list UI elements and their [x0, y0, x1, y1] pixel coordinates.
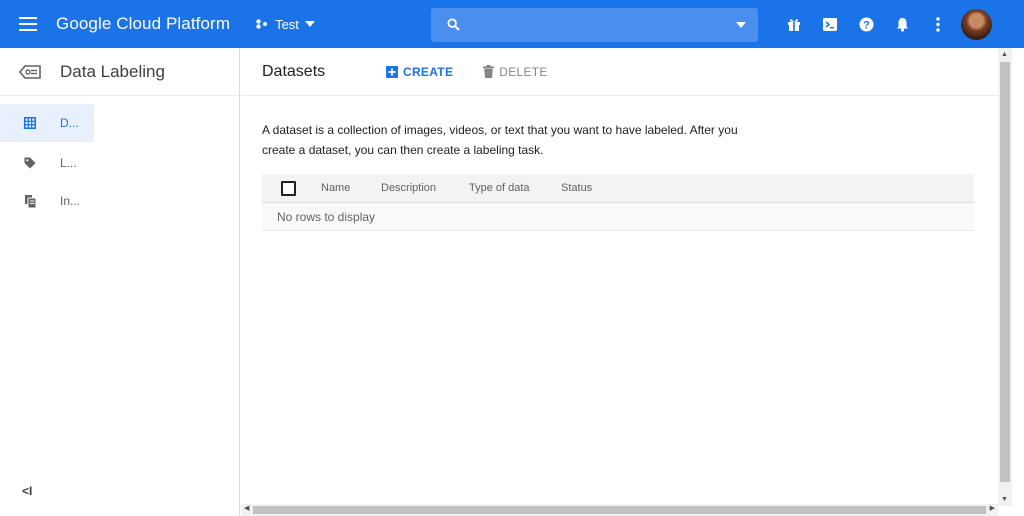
- table-header: Name Description Type of data Status: [262, 174, 974, 203]
- help-icon: ?: [859, 17, 873, 31]
- gift-button[interactable]: [776, 0, 812, 48]
- project-selector[interactable]: Test: [252, 8, 319, 40]
- delete-label: DELETE: [499, 64, 548, 79]
- scroll-up-arrow-icon[interactable]: ▲: [1001, 51, 1008, 58]
- column-header-description[interactable]: Description: [381, 182, 469, 194]
- add-box-icon: [386, 65, 398, 78]
- create-button[interactable]: CREATE: [386, 65, 453, 79]
- create-label: CREATE: [403, 64, 454, 79]
- gift-icon: [788, 19, 800, 31]
- product-title: Data Labeling: [60, 61, 165, 81]
- horizontal-scrollbar[interactable]: ◀ ▶: [241, 504, 998, 516]
- top-app-bar: Google Cloud Platform Test ?: [0, 0, 1024, 48]
- delete-button[interactable]: DELETE: [483, 65, 547, 79]
- brand-title[interactable]: Google Cloud Platform: [56, 14, 230, 34]
- project-name: Test: [275, 16, 299, 32]
- sidebar-item-instructions[interactable]: In...: [0, 182, 94, 220]
- project-dots-icon: [256, 19, 268, 29]
- svg-text:?: ?: [863, 19, 870, 31]
- search-icon: [447, 18, 460, 31]
- page-title: Datasets: [262, 62, 326, 80]
- menu-icon: [19, 17, 37, 31]
- window-edge: [1012, 48, 1024, 516]
- search-dropdown-icon[interactable]: [736, 22, 746, 28]
- scroll-down-arrow-icon[interactable]: ▼: [1001, 496, 1008, 503]
- main-content: Datasets CREATE DELETE A dataset is a co…: [241, 48, 998, 506]
- menu-button[interactable]: [0, 0, 56, 48]
- more-options-button[interactable]: [920, 0, 956, 48]
- collapse-nav-button[interactable]: <I: [22, 484, 32, 498]
- label-tag-icon: [0, 157, 60, 169]
- vertical-scrollbar[interactable]: ▲ ▼: [998, 48, 1012, 506]
- page-header: Datasets CREATE DELETE: [241, 48, 998, 96]
- appbar-tools: ?: [776, 0, 956, 48]
- horizontal-scroll-thumb[interactable]: [253, 506, 986, 514]
- sidebar-item-label: L...: [60, 156, 77, 170]
- page-description: A dataset is a collection of images, vid…: [262, 123, 738, 157]
- column-header-name[interactable]: Name: [321, 182, 381, 194]
- notifications-button[interactable]: [884, 0, 920, 48]
- left-nav: Data Labeling D... L... In... <I: [0, 48, 240, 516]
- dataset-grid-icon: [0, 117, 60, 129]
- sidebar-item-labelers[interactable]: L...: [0, 144, 94, 182]
- help-button[interactable]: ?: [848, 0, 884, 48]
- empty-table-message: No rows to display: [262, 203, 974, 231]
- data-labeling-logo-icon: [0, 64, 60, 80]
- search-bar[interactable]: [431, 8, 758, 42]
- search-input[interactable]: [473, 14, 723, 36]
- sidebar-item-datasets[interactable]: D...: [0, 104, 94, 142]
- column-header-type[interactable]: Type of data: [469, 182, 561, 194]
- column-header-status[interactable]: Status: [561, 182, 621, 194]
- instructions-doc-icon: [0, 194, 60, 208]
- product-header: Data Labeling: [0, 48, 239, 96]
- datasets-table: Name Description Type of data Status No …: [262, 174, 974, 231]
- more-vert-icon: [936, 16, 940, 32]
- account-avatar[interactable]: [961, 9, 992, 40]
- chevron-down-icon: [304, 21, 315, 27]
- select-all-checkbox[interactable]: [281, 180, 296, 196]
- cloud-shell-button[interactable]: [812, 0, 848, 48]
- sidebar-item-label: In...: [60, 194, 81, 208]
- trash-icon: [483, 65, 495, 78]
- sidebar-item-label: D...: [60, 116, 79, 130]
- cloud-shell-icon: [823, 17, 837, 31]
- notifications-icon: [896, 17, 908, 32]
- scroll-left-arrow-icon[interactable]: ◀: [244, 504, 249, 512]
- scroll-right-arrow-icon[interactable]: ▶: [990, 504, 995, 512]
- vertical-scroll-thumb[interactable]: [1000, 62, 1010, 482]
